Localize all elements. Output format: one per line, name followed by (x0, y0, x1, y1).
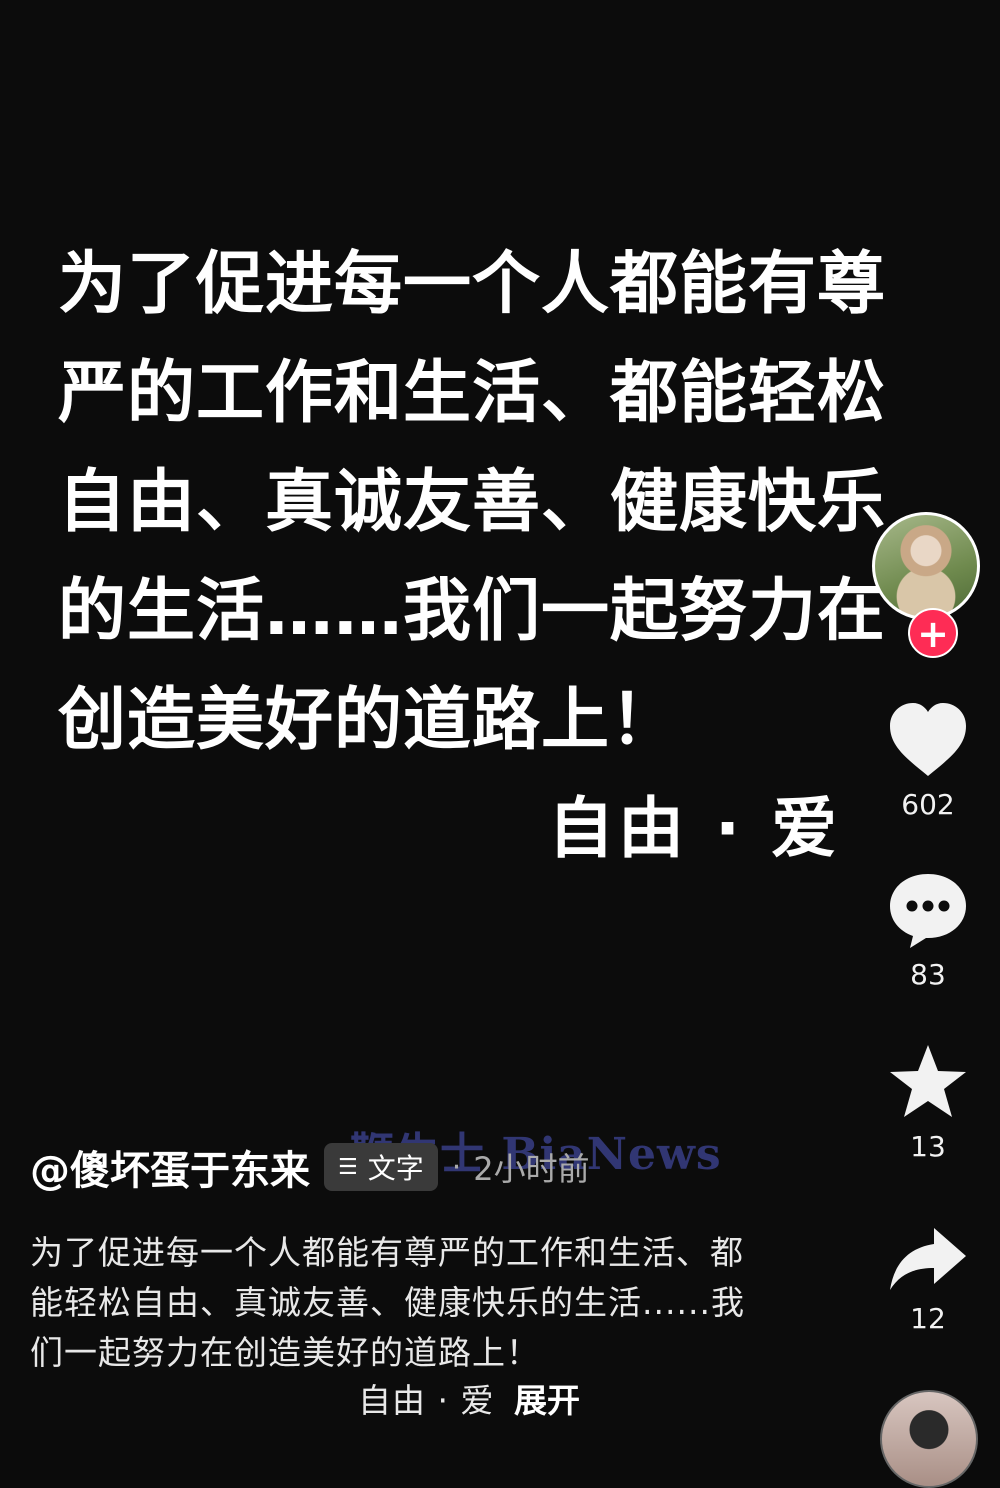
post-text: 为了促进每一个人都能有尊严的工作和生活、都能轻松自由、真诚友善、健康快乐的生活…… (58, 245, 887, 760)
comment-count: 83 (910, 958, 946, 991)
share-arrow-icon (890, 1228, 966, 1290)
comment-icon (890, 874, 966, 948)
post-meta: @傻坏蛋于东来 ☰ 文字 · 2小时前 (30, 1140, 590, 1194)
video-post[interactable]: 为了促进每一个人都能有尊严的工作和生活、都能轻松自由、真诚友善、健康快乐的生活…… (0, 0, 1000, 1488)
share-button[interactable]: 12 (866, 1224, 990, 1335)
star-icon (890, 1045, 966, 1117)
author-name[interactable]: @傻坏蛋于东来 (30, 1138, 310, 1196)
author-avatar[interactable] (872, 512, 980, 620)
comment-button[interactable]: 83 (866, 870, 990, 991)
heart-icon (890, 703, 966, 776)
caption-text: 为了促进每一个人都能有尊严的工作和生活、都能轻松自由、真诚友善、健康快乐的生活.… (30, 1233, 745, 1372)
like-count: 602 (901, 788, 955, 821)
favorite-button[interactable]: 13 (866, 1042, 990, 1163)
expand-link[interactable]: 展开 (514, 1374, 580, 1422)
post-signature: 自由 · 爱 (548, 790, 842, 867)
favorite-count: 13 (910, 1130, 946, 1163)
follow-button[interactable]: + (908, 608, 958, 658)
caption-signature: 自由 · 爱 (358, 1381, 495, 1420)
plus-icon: + (917, 612, 949, 656)
text-lines-icon: ☰ (338, 1154, 358, 1180)
music-disc-avatar[interactable] (880, 1390, 978, 1488)
tag-label: 文字 (367, 1152, 424, 1185)
text-tag-chip[interactable]: ☰ 文字 (324, 1143, 438, 1191)
author-avatar-group[interactable]: + (872, 512, 984, 658)
meta-separator: · (451, 1149, 462, 1185)
post-time: 2小时前 (473, 1150, 590, 1188)
share-count: 12 (910, 1302, 946, 1335)
like-button[interactable]: 602 (866, 700, 990, 821)
